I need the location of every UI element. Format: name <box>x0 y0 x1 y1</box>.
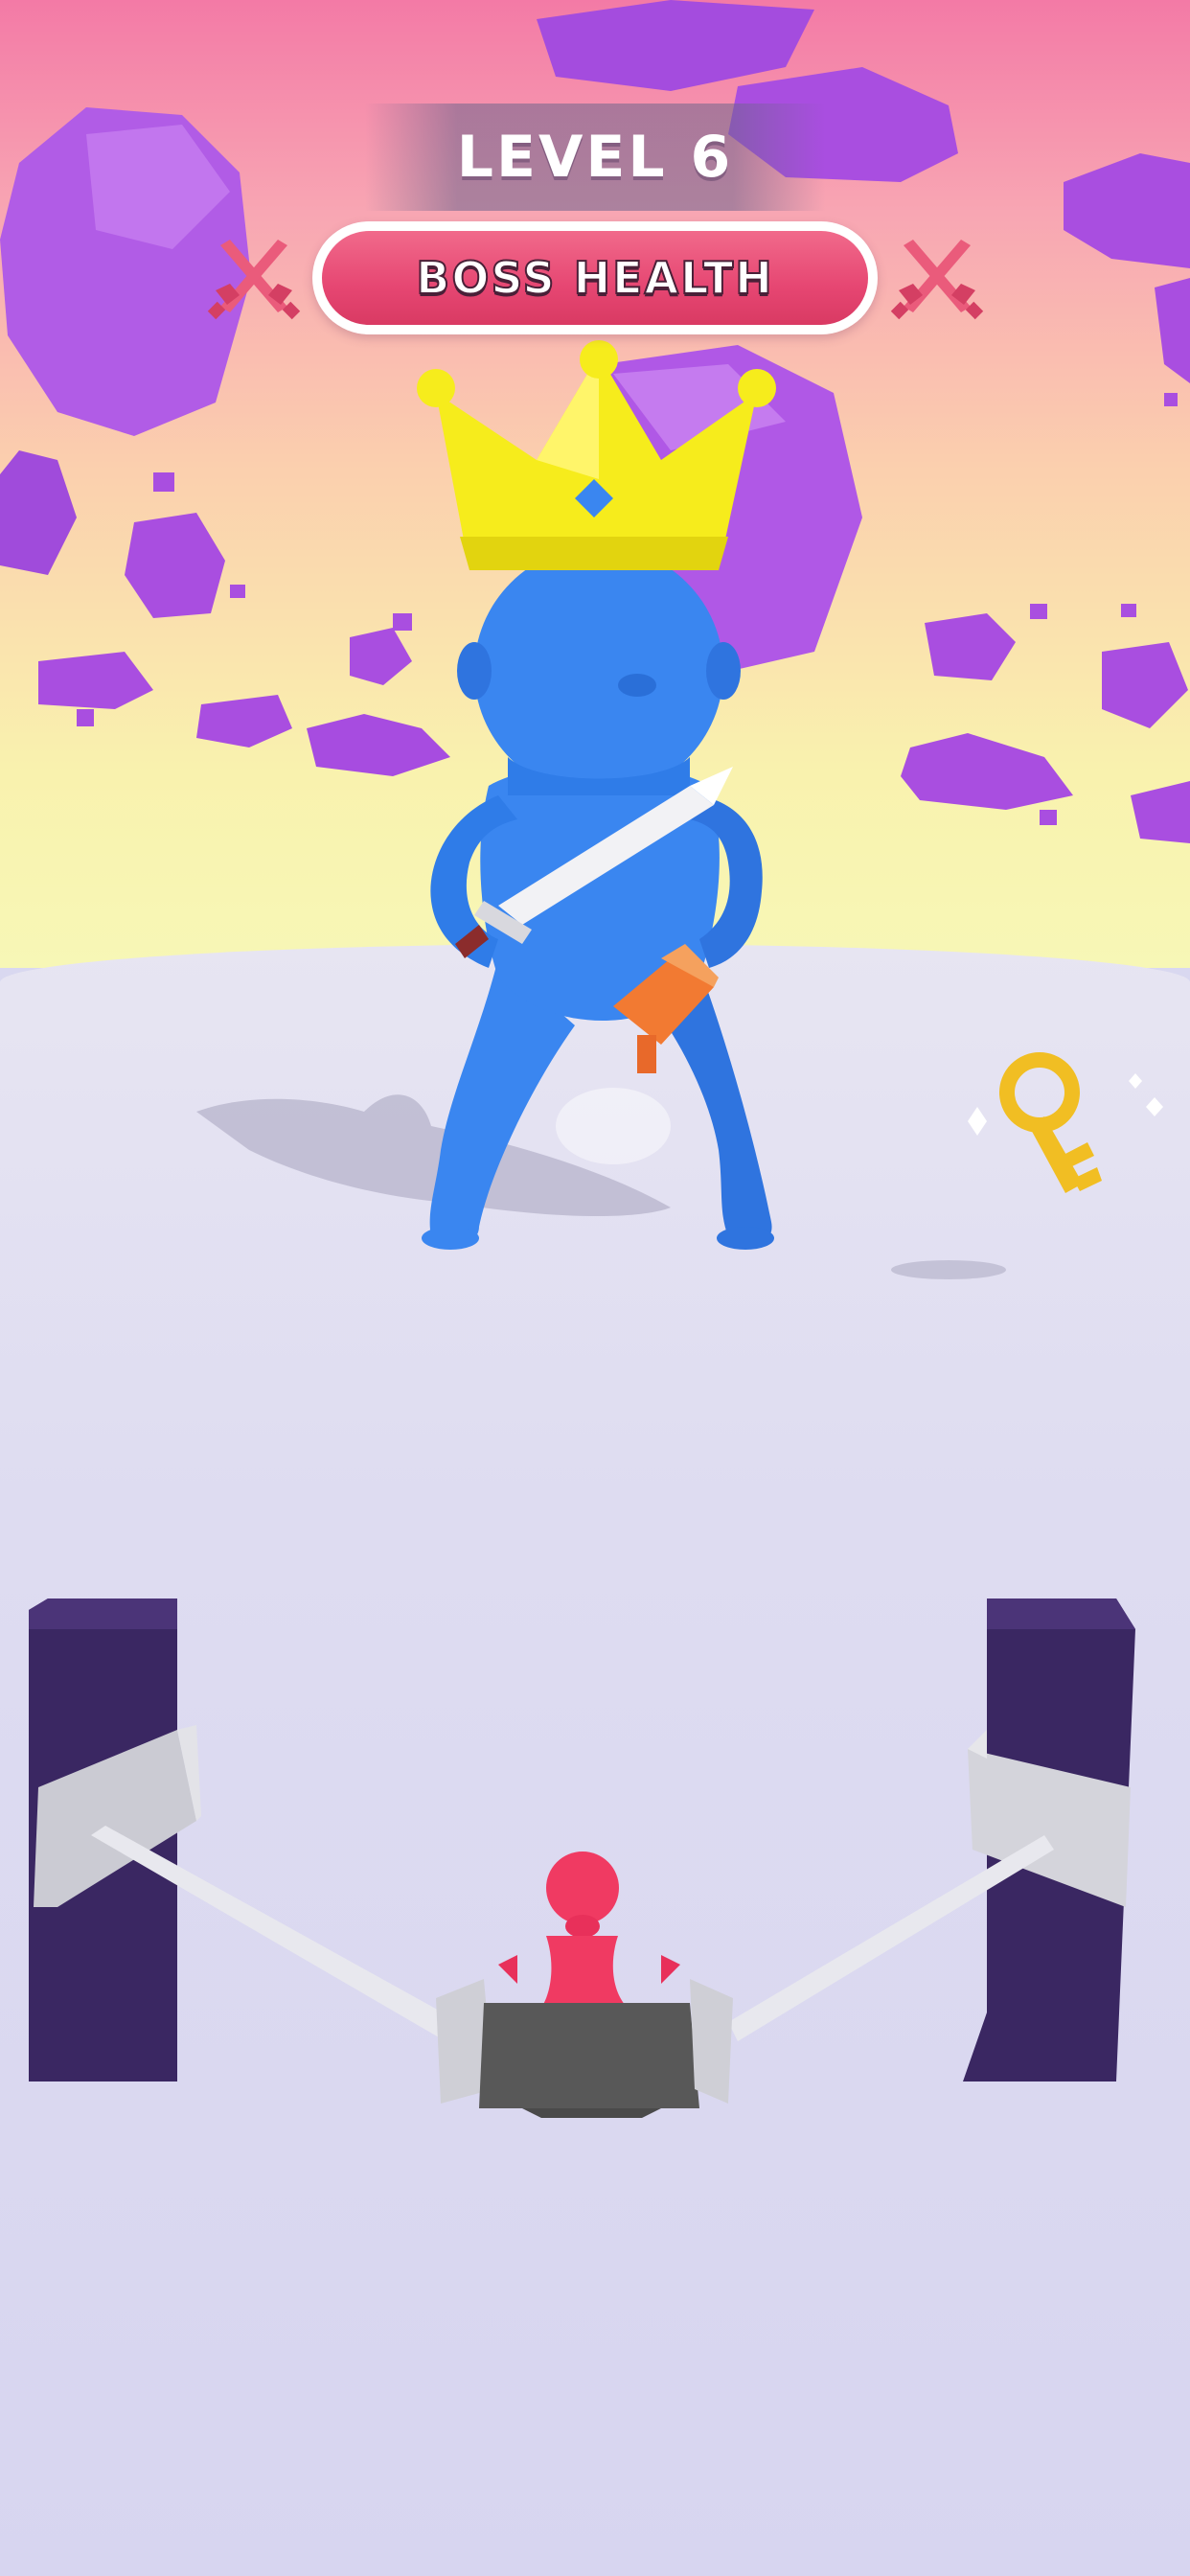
level-banner: LEVEL 6 <box>365 104 825 211</box>
slingshot-right-pillar <box>963 1598 1135 2082</box>
key-shadow <box>891 1260 1006 1279</box>
arena-objects <box>29 340 1163 2118</box>
level-label: LEVEL 6 <box>456 124 734 191</box>
boss-health-fill: BOSS HEALTH <box>322 231 868 325</box>
crossed-swords-icon <box>207 240 301 320</box>
key-icon[interactable] <box>968 1052 1163 1193</box>
boss-health-bar: BOSS HEALTH <box>312 221 878 334</box>
player-character[interactable] <box>498 1852 680 2008</box>
crossed-swords-icon <box>890 240 984 320</box>
boss-health-label: BOSS HEALTH <box>415 251 774 305</box>
boss-character[interactable] <box>422 546 774 1250</box>
crown-icon <box>417 340 776 570</box>
